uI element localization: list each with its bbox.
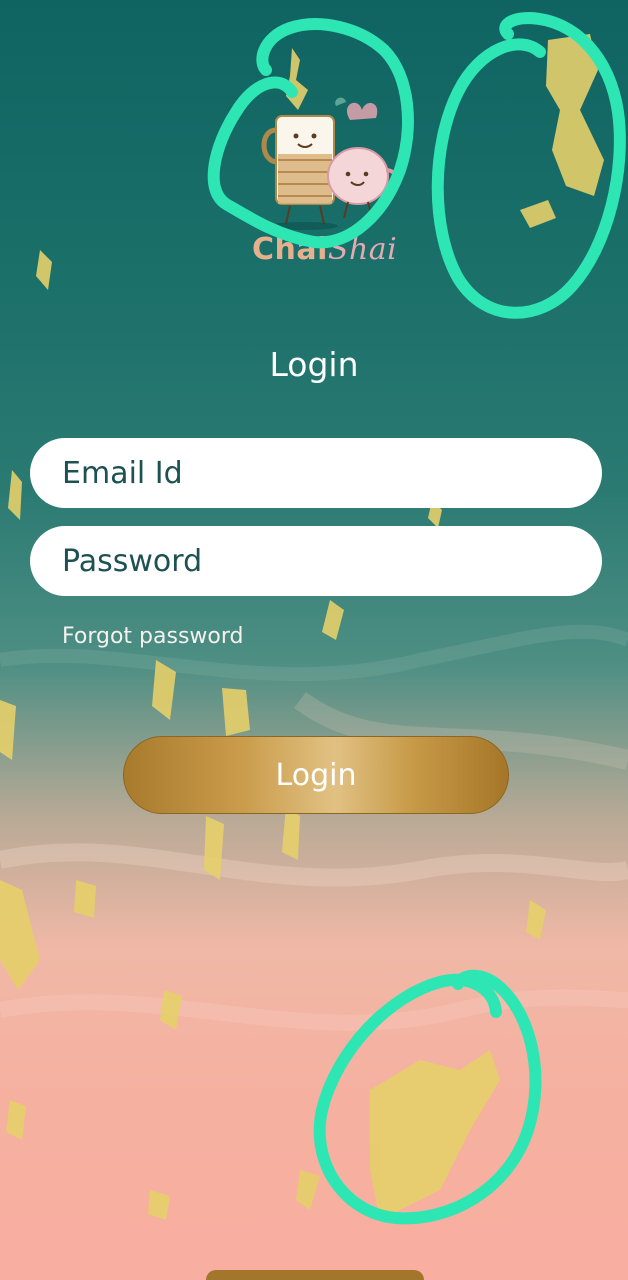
email-placeholder: Email Id (62, 455, 183, 491)
password-placeholder: Password (62, 543, 203, 579)
bottom-partial-element (206, 1270, 424, 1280)
brand-wordmark: ChaiShai (252, 232, 397, 267)
email-field[interactable]: Email Id (30, 438, 602, 508)
login-screen: ChaiShai Login Email Id Password Forgot … (0, 0, 628, 1280)
forgot-password-link[interactable]: Forgot password (62, 624, 243, 649)
password-field[interactable]: Password (30, 526, 602, 596)
page-title: Login (269, 345, 359, 384)
brand-name-part2: Shai (327, 232, 398, 267)
login-button-label: Login (275, 757, 357, 793)
login-button[interactable]: Login (123, 736, 509, 814)
brand-name-part1: Chai (252, 232, 328, 267)
